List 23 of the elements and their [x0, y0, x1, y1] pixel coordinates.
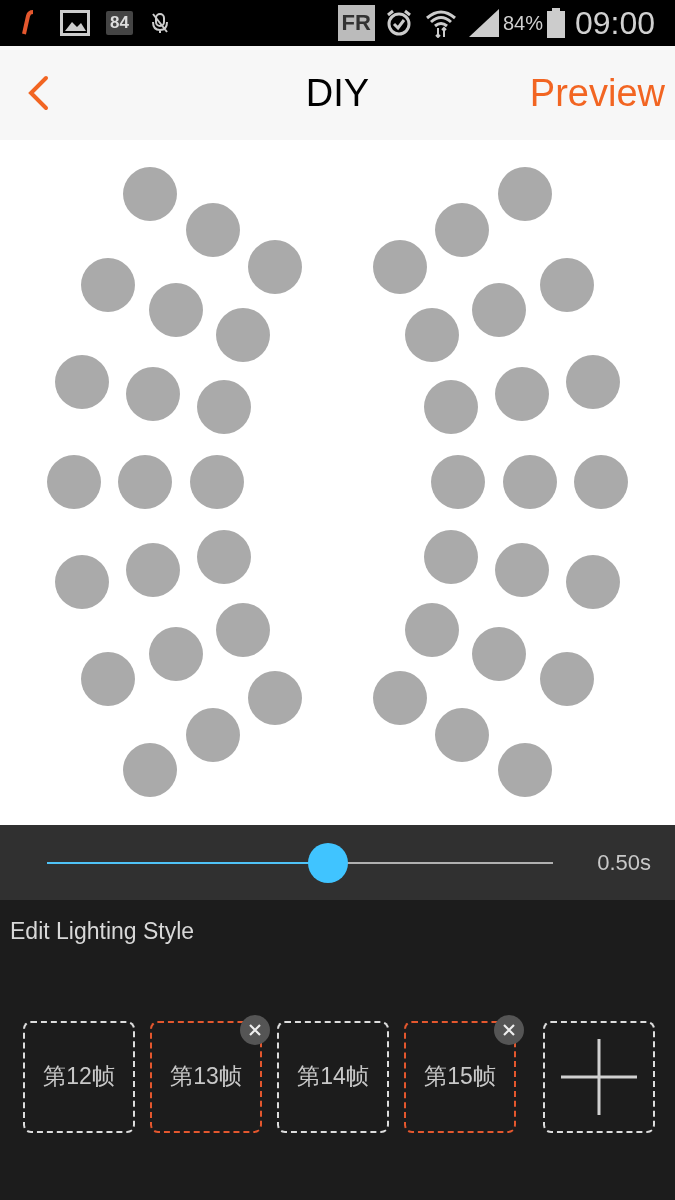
delete-button[interactable]: [494, 1014, 524, 1045]
app-icon: [20, 10, 34, 36]
speed-value: 0.50s: [597, 849, 651, 877]
wifi-icon: [424, 8, 457, 38]
muted-mic-icon: [150, 12, 169, 34]
slider-thumb[interactable]: [307, 842, 348, 883]
plus-icon: [561, 1038, 637, 1115]
close-icon: [248, 1022, 262, 1037]
image-icon: [60, 10, 90, 36]
page-title: DIY: [305, 70, 370, 116]
alarm-icon: [384, 9, 413, 37]
section-title: Edit Lighting Style: [10, 918, 195, 944]
frame-tile[interactable]: 第12帧: [23, 1020, 135, 1133]
add-frame-button[interactable]: [543, 1020, 655, 1133]
battery-icon: [546, 8, 565, 38]
clock-time: 09:00: [574, 4, 655, 43]
battery-percent: 84%: [502, 11, 543, 36]
frame-tile[interactable]: 第14帧: [277, 1020, 389, 1133]
delete-button[interactable]: [240, 1014, 270, 1045]
close-icon: [502, 1022, 516, 1037]
notification-badge: 84: [106, 11, 133, 35]
signal-icon: [468, 9, 499, 37]
language-badge: FR: [337, 5, 375, 41]
